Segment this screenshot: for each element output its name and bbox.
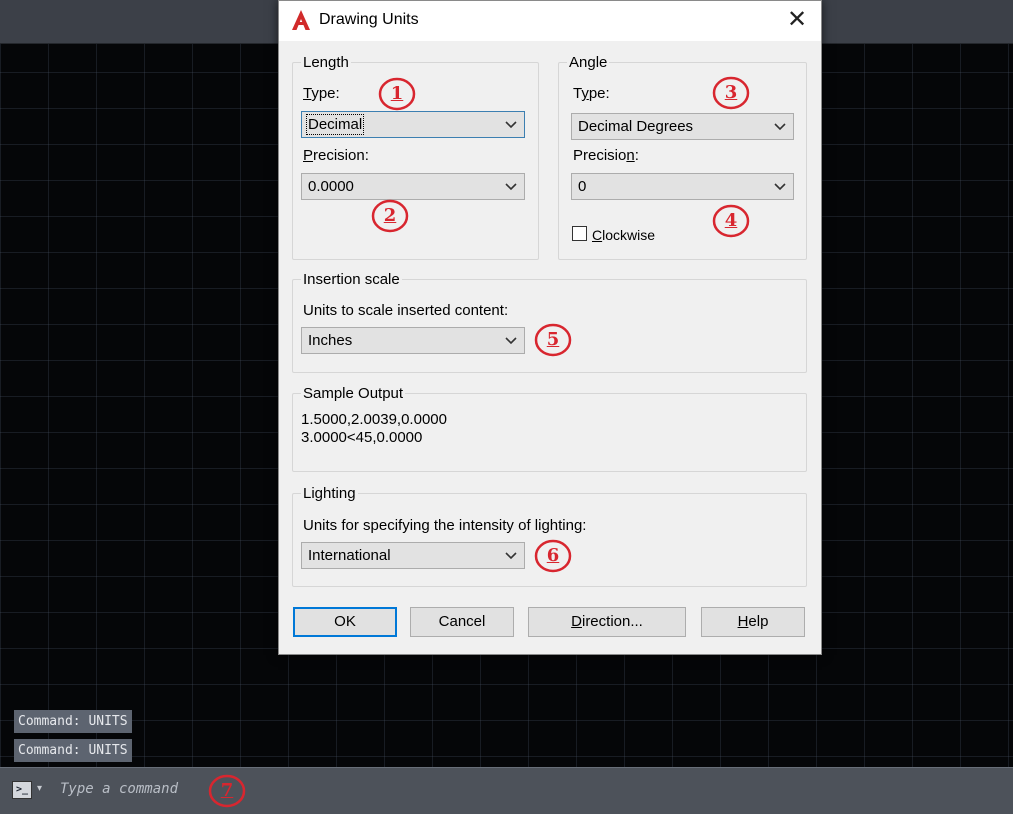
command-history-line: Command: UNITS [14,710,132,733]
dialog-title: Drawing Units [319,11,419,28]
insertion-caption: Units to scale inserted content: [303,302,509,319]
clockwise-label[interactable]: Clockwise [592,227,655,243]
angle-type-select[interactable]: Decimal Degrees [571,113,794,140]
annotation-3: 3 [712,76,750,110]
group-label: Length [303,54,349,71]
group-label: Sample Output [303,385,404,402]
chevron-down-icon [774,183,786,191]
selected-value: Inches [308,332,353,349]
annotation-2: 2 [371,199,409,233]
annotation-6: 6 [534,539,572,573]
length-precision-select[interactable]: 0.0000 [301,173,525,200]
ok-button[interactable]: OK [293,607,397,637]
clockwise-checkbox[interactable] [572,226,587,241]
lighting-caption: Units for specifying the intensity of li… [303,517,587,534]
drawing-units-dialog: Drawing Units ✕ Length Type: Decimal Pre… [278,0,822,655]
command-history-line: Command: UNITS [14,739,132,762]
help-button[interactable]: Help [701,607,805,637]
group-label: Insertion scale [303,271,400,288]
length-precision-label: Precision: [303,147,369,164]
direction-button[interactable]: Direction... [528,607,686,637]
command-prompt-icon[interactable]: >_ [12,781,32,799]
angle-precision-select[interactable]: 0 [571,173,794,200]
length-type-label: Type: [303,85,340,102]
selected-value: Decimal Degrees [578,118,694,135]
group-label: Angle [569,54,608,71]
selected-value: Decimal [305,114,365,135]
insertion-units-select[interactable]: Inches [301,327,525,354]
chevron-down-icon [505,337,517,345]
title-bar[interactable]: Drawing Units ✕ [279,1,821,41]
angle-precision-label: Precision: [573,147,639,164]
chevron-down-icon[interactable]: ▾ [37,781,42,797]
annotation-7: 7 [208,774,246,808]
selected-value: International [308,547,391,564]
group-label: Lighting [303,485,356,502]
cancel-button[interactable]: Cancel [410,607,514,637]
chevron-down-icon [505,121,517,129]
chevron-down-icon [505,183,517,191]
sample-output-line: 3.0000<45,0.0000 [301,429,423,446]
chevron-down-icon [505,552,517,560]
selected-value: 0.0000 [308,178,354,195]
length-type-select[interactable]: Decimal [301,111,525,138]
annotation-4: 4 [712,204,750,238]
annotation-1: 1 [378,77,416,111]
sample-output-line: 1.5000,2.0039,0.0000 [301,411,447,428]
selected-value: 0 [578,178,587,195]
angle-type-label: Type: [573,85,610,102]
close-button[interactable]: ✕ [779,5,815,35]
lighting-units-select[interactable]: International [301,542,525,569]
chevron-down-icon [774,123,786,131]
command-bar: >_ ▾ 7 [0,767,1013,814]
autocad-logo-icon [292,10,310,30]
annotation-5: 5 [534,323,572,357]
